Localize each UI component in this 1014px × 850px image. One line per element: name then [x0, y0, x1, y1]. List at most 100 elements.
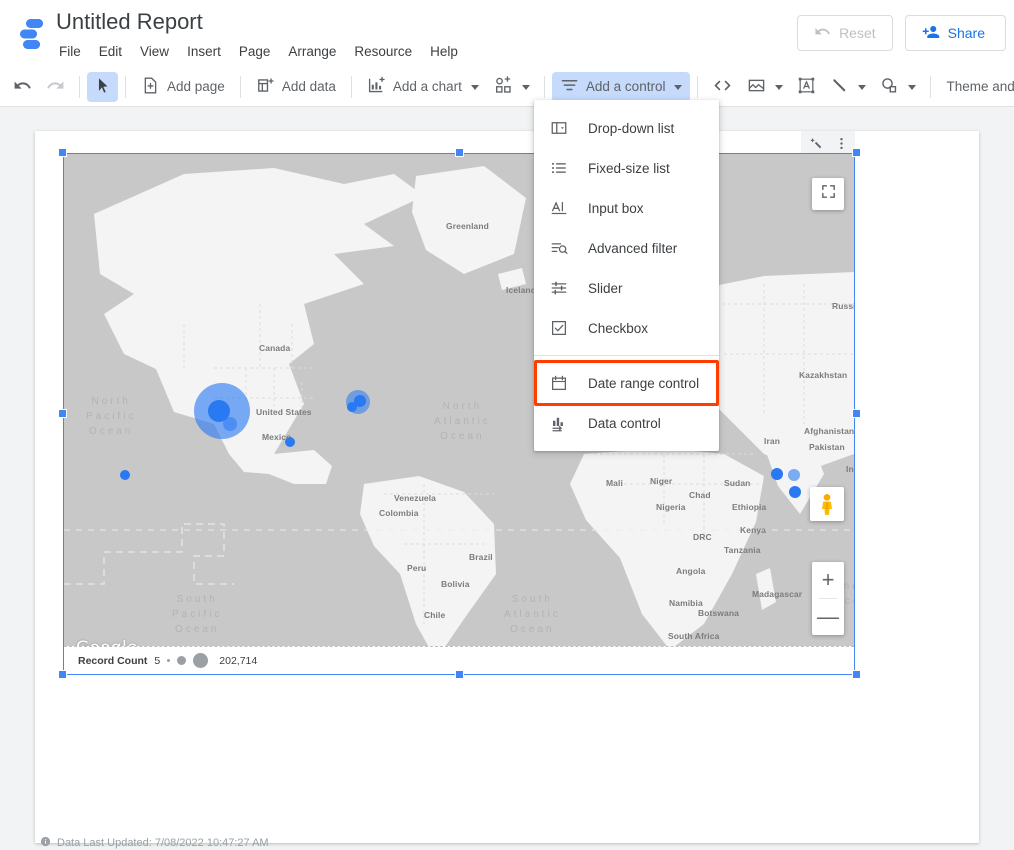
menu-insert[interactable]: Insert [178, 40, 230, 64]
menu-item-drop-down-list[interactable]: Drop-down list [534, 108, 719, 148]
embed-code-button[interactable] [705, 72, 740, 102]
redo-icon [46, 76, 65, 98]
menu-arrange[interactable]: Arrange [279, 40, 345, 64]
selection-handle-w[interactable] [58, 409, 67, 418]
chevron-down-icon [858, 84, 867, 90]
menu-resource[interactable]: Resource [345, 40, 421, 64]
menu-label: Drop-down list [588, 120, 675, 136]
selection-handle-ne[interactable] [852, 148, 861, 157]
input-box-icon [548, 199, 570, 217]
data-control-icon [548, 414, 570, 432]
line-tool-button[interactable] [823, 72, 873, 102]
street-view-pegman-icon[interactable] [810, 487, 844, 521]
checkbox-icon [548, 319, 570, 337]
map-canvas[interactable] [64, 154, 854, 674]
looker-studio-logo-icon [10, 14, 50, 54]
database-plus-icon [256, 76, 275, 98]
cursor-arrow-icon [94, 77, 111, 97]
text-box-button[interactable] [790, 72, 823, 102]
bubble-map-chart[interactable]: Greenland Iceland Canada United States Mexic… [58, 131, 861, 679]
slider-icon [548, 279, 570, 297]
add-control-menu[interactable]: Drop-down list Fixed-size list Input box [534, 100, 719, 451]
selection-handle-n[interactable] [455, 148, 464, 157]
title-and-menus: Untitled Report File Edit View Insert Pa… [56, 8, 467, 64]
add-page-button[interactable]: Add page [133, 72, 233, 102]
undo-icon [814, 23, 831, 43]
status-bar: Data Last Updated: 7/08/2022 10:47:27 AM [0, 836, 1014, 850]
status-text: Data Last Updated: 7/08/2022 10:47:27 AM [57, 837, 269, 849]
info-icon [40, 836, 51, 850]
menu-label: Slider [588, 280, 623, 296]
redo-button[interactable] [39, 72, 72, 102]
zoom-in-button[interactable]: + [812, 562, 844, 598]
text-box-icon [797, 76, 816, 98]
menu-label: Fixed-size list [588, 160, 670, 176]
legend-dot-small [167, 659, 171, 662]
magic-wand-icon[interactable] [805, 133, 825, 153]
selection-handle-sw[interactable] [58, 670, 67, 679]
menu-help[interactable]: Help [421, 40, 467, 64]
toolbar-separator [350, 76, 352, 98]
bar-chart-plus-icon [367, 76, 386, 98]
zoom-out-button[interactable]: — [812, 599, 844, 635]
toolbar-separator [930, 76, 932, 98]
header-actions: Reset Share [797, 15, 1006, 51]
share-button[interactable]: Share [904, 15, 1006, 51]
theme-and-layout-button[interactable]: Theme and layout [938, 72, 1014, 102]
legend-title: Record Count [78, 654, 148, 667]
undo-button[interactable] [6, 72, 39, 102]
person-add-icon [922, 23, 940, 44]
selection-handle-nw[interactable] [58, 148, 67, 157]
menu-item-input-box[interactable]: Input box [534, 188, 719, 228]
menu-item-slider[interactable]: Slider [534, 268, 719, 308]
share-label: Share [947, 25, 985, 41]
add-data-button[interactable]: Add data [248, 72, 344, 102]
drop-down-list-icon [548, 119, 570, 137]
calendar-icon [548, 374, 570, 392]
more-vert-icon[interactable] [831, 133, 851, 153]
menu-label: Date range control [588, 375, 700, 391]
chevron-down-icon [908, 84, 917, 90]
insert-image-button[interactable] [740, 72, 790, 102]
menu-view[interactable]: View [131, 40, 178, 64]
add-control-button[interactable]: Add a control [551, 72, 691, 102]
menu-item-checkbox[interactable]: Checkbox [534, 308, 719, 348]
canvas-area: Greenland Iceland Canada United States Mexic… [0, 107, 1014, 850]
reset-button[interactable]: Reset [797, 15, 893, 51]
add-page-label: Add page [167, 79, 225, 94]
menu-item-data-control[interactable]: Data control [534, 403, 719, 443]
menu-label: Data control [588, 415, 661, 431]
report-page[interactable]: Greenland Iceland Canada United States Mexic… [35, 131, 979, 843]
menu-item-fixed-size-list[interactable]: Fixed-size list [534, 148, 719, 188]
chart-header-actions [801, 131, 855, 155]
shape-tool-button[interactable] [873, 72, 923, 102]
menu-item-advanced-filter[interactable]: Advanced filter [534, 228, 719, 268]
chevron-down-icon [775, 84, 784, 90]
menu-file[interactable]: File [50, 40, 90, 64]
world-landmass [64, 166, 854, 646]
menu-divider [534, 355, 719, 356]
select-tool-button[interactable] [87, 72, 118, 102]
community-visualizations-button[interactable] [487, 72, 537, 102]
fullscreen-icon [820, 183, 837, 205]
menu-page[interactable]: Page [230, 40, 280, 64]
undo-icon [13, 76, 32, 98]
menu-edit[interactable]: Edit [90, 40, 131, 64]
map-zoom-controls[interactable]: + — [812, 562, 844, 635]
selection-handle-e[interactable] [852, 409, 861, 418]
selection-handle-se[interactable] [852, 670, 861, 679]
filter-lines-icon [560, 76, 579, 98]
date-range-control-wrapper: Date range control [534, 360, 719, 406]
map-frame[interactable]: Greenland Iceland Canada United States Mexic… [63, 153, 855, 675]
page-plus-icon [141, 76, 160, 98]
advanced-filter-icon [548, 239, 570, 257]
menu-item-date-range-control[interactable]: Date range control [534, 363, 719, 403]
selection-handle-s[interactable] [455, 670, 464, 679]
reset-label: Reset [839, 25, 876, 41]
legend-max: 202,714 [219, 654, 258, 667]
page-title[interactable]: Untitled Report [56, 8, 467, 36]
add-chart-button[interactable]: Add a chart [359, 72, 487, 102]
app-header: Untitled Report File Edit View Insert Pa… [0, 0, 1014, 68]
fullscreen-button[interactable] [812, 178, 844, 210]
menu-label: Advanced filter [588, 240, 678, 256]
